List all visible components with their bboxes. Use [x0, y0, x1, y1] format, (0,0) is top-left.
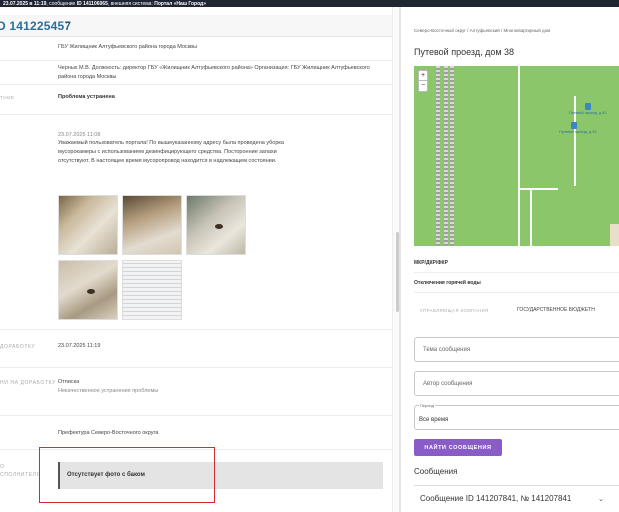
period-select[interactable]: Период Все время [414, 403, 619, 430]
company-label: УПРАВЛЯЮЩАЯ КОМПАНИЯ [420, 308, 489, 313]
find-messages-button[interactable]: НАЙТИ СООБЩЕНИЯ [414, 439, 502, 456]
map[interactable]: + − Путевой проезд, д.43 Путевой проезд,… [414, 66, 619, 246]
status-row: тние Проблема устранена [0, 85, 392, 115]
railway-line [450, 66, 454, 246]
railway-line [436, 66, 440, 246]
rework-date: 23.07.2025 11:19 [58, 343, 101, 349]
org-name: ГБУ Жилищник Алтуфьевского района города… [58, 44, 198, 50]
map-zoom-control[interactable]: + − [418, 70, 428, 92]
message-detail-panel: D 141225457 ⌃ ГБУ Жилищник Алтуфьевского… [0, 7, 400, 512]
org-row: ГБУ Жилищник Алтуфьевского района города… [0, 39, 392, 61]
map-road [574, 96, 576, 186]
answer-text: Уважаемый пользователь портала! По вышеу… [58, 140, 284, 164]
period-value: Все время [419, 417, 449, 423]
building-marker-icon[interactable] [585, 103, 591, 110]
status-label: тние [0, 95, 15, 100]
prefecture-row: Префектура Северо-Восточного округа [0, 416, 392, 450]
company-value: ГОСУДАРСТВЕННОЕ БЮДЖЕТН [517, 307, 595, 313]
rework-reason-label: ни на доработку [0, 380, 56, 386]
chevron-down-icon[interactable]: ⌄ [598, 495, 604, 503]
status-value: Проблема устранена [58, 94, 115, 100]
photo-thumbnail[interactable] [122, 260, 182, 320]
author-placeholder: Автор сообщения [423, 381, 473, 387]
outage-info: Отключения горячей воды [414, 280, 481, 286]
rework-label: доработку [0, 344, 36, 350]
rework-date-row: доработку 23.07.2025 11:19 [0, 330, 392, 368]
zoom-in-button[interactable]: + [419, 71, 427, 81]
message-accordion[interactable]: Сообщение ID 141207841, № 141207841 ⌄ [414, 485, 619, 512]
message-header[interactable]: D 141225457 ⌃ [0, 15, 392, 37]
breadcrumb[interactable]: Северо-Восточный округ / Алтуфьевский / … [414, 28, 550, 33]
period-legend: Период [419, 403, 436, 408]
map-road [530, 190, 532, 246]
answer-photos [58, 195, 258, 320]
object-title: Путевой проезд, дом 38 [414, 47, 515, 57]
scrollbar-thumb[interactable] [396, 232, 399, 312]
rework-reason-detail: Некачественное устранение проблемы [58, 388, 159, 394]
poi-label: Путевой проезд, д.43 [559, 130, 597, 134]
photo-thumbnail[interactable] [186, 195, 246, 255]
railway-line [444, 66, 448, 246]
divider [414, 272, 619, 273]
map-road [518, 66, 520, 246]
messages-title: Сообщения [414, 467, 458, 476]
responsible-value: Черных М.В. Должность: директор ГБУ «Жил… [58, 65, 370, 80]
photo-thumbnail[interactable] [122, 195, 182, 255]
topic-placeholder: Тема сообщения [423, 347, 471, 353]
rework-reason-row: ни на доработку Отписка Некачественное у… [0, 368, 392, 416]
responsible-row: Черных М.В. Должность: директор ГБУ «Жил… [0, 61, 392, 85]
rework-reason: Отписка [58, 379, 80, 385]
message-id-title: D 141225457 [0, 19, 72, 33]
object-panel: Северо-Восточный округ / Алтуфьевский / … [400, 7, 619, 512]
message-info-bar: 23.07.2025 в 11:19, сообщение ID 1411060… [0, 0, 619, 7]
chevron-up-icon[interactable]: ⌃ [64, 20, 72, 31]
building-marker-icon[interactable] [571, 122, 577, 129]
prefecture-value: Префектура Северо-Восточного округа [58, 430, 159, 436]
poi-label: Путевой проезд, д.43 [569, 111, 607, 115]
author-input[interactable]: Автор сообщения [414, 371, 619, 396]
highlight-box [39, 447, 215, 503]
message-accordion-title: Сообщение ID 141207841, № 141207841 [420, 494, 572, 503]
category: МКР/ДКР/ФКР [414, 260, 448, 266]
photo-thumbnail[interactable] [58, 260, 118, 320]
zoom-out-button[interactable]: − [419, 81, 427, 91]
divider [414, 292, 619, 293]
map-area [610, 224, 619, 246]
topic-input[interactable]: Тема сообщения [414, 337, 619, 362]
map-road [518, 188, 558, 190]
photo-thumbnail[interactable] [58, 195, 118, 255]
